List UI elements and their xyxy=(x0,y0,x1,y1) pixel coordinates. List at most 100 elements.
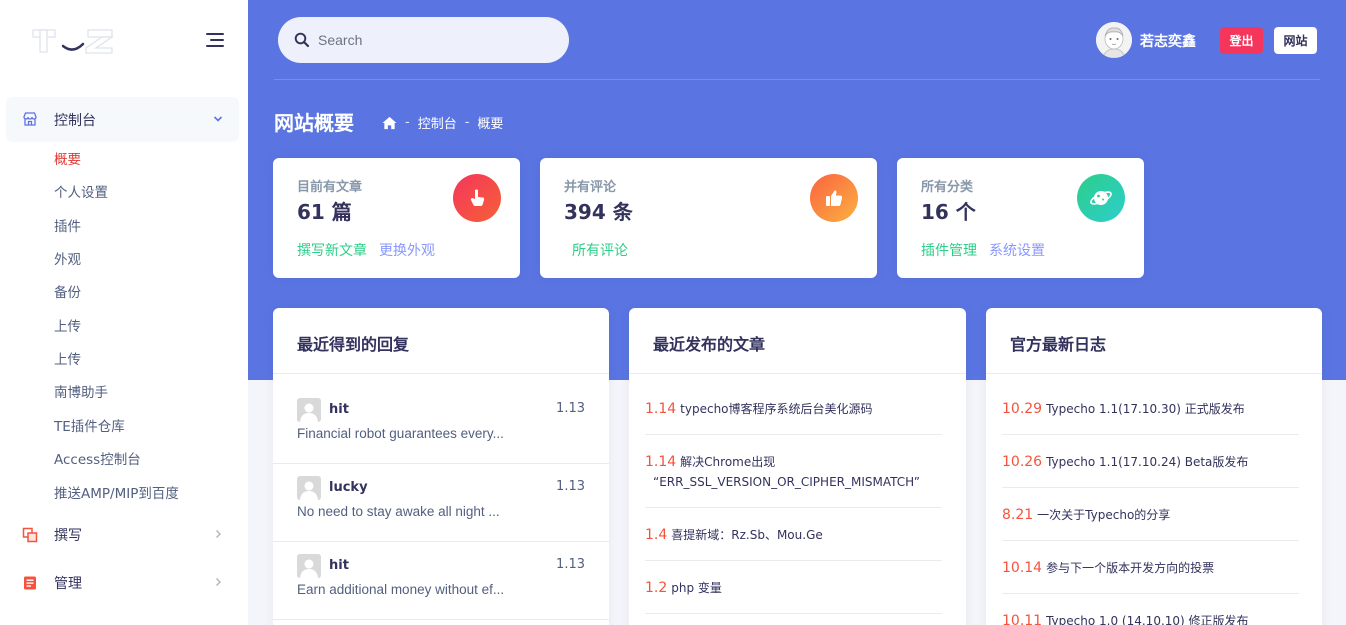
post-item[interactable]: 1.4 喜提新域：Rz.Sb、Mou.Ge xyxy=(645,524,942,561)
post-title: 解决Chrome出现 xyxy=(680,455,776,469)
chevron-down-icon xyxy=(213,113,223,127)
search-icon xyxy=(294,32,310,48)
stat-links: 插件管理 系统设置 xyxy=(921,240,1045,260)
reply-avatar-icon xyxy=(297,554,321,578)
reply-item[interactable]: lucky 1.13 No need to stay awake all nig… xyxy=(273,464,609,542)
stat-card-categories: 所有分类 16 个 插件管理 系统设置 xyxy=(897,158,1144,278)
log-item[interactable]: 10.26 Typecho 1.1(17.10.24) Beta版发布 xyxy=(1002,451,1299,488)
stat-card-posts: 目前有文章 61 篇 撰写新文章 更换外观 xyxy=(273,158,520,278)
log-title: Typecho 1.1(17.10.24) Beta版发布 xyxy=(1046,455,1249,469)
sidebar-item-upload-2[interactable]: 上传 xyxy=(54,350,81,370)
change-theme-link[interactable]: 更换外观 xyxy=(379,240,435,260)
log-title: 一次关于Typecho的分享 xyxy=(1037,508,1171,522)
recent-posts-card: 最近发布的文章 1.14 typecho博客程序系统后台美化源码 1.14 解决Ch… xyxy=(629,308,966,625)
search-input[interactable] xyxy=(318,29,558,51)
post-date: 1.14 xyxy=(645,454,677,470)
logout-button[interactable]: 登出 xyxy=(1220,27,1263,54)
log-date: 10.26 xyxy=(1002,454,1043,470)
sidebar-item-profile[interactable]: 个人设置 xyxy=(54,183,108,203)
log-item[interactable]: 10.11 Typecho 1.0 (14.10.10) 修正版发布 xyxy=(1002,610,1299,625)
write-new-post-link[interactable]: 撰写新文章 xyxy=(297,240,367,260)
home-icon[interactable] xyxy=(382,116,397,130)
log-item[interactable]: 10.14 参与下一个版本开发方向的投票 xyxy=(1002,557,1299,594)
sidebar-item-backup[interactable]: 备份 xyxy=(54,283,81,303)
breadcrumb: - 控制台 - 概要 xyxy=(382,113,503,132)
log-item[interactable]: 10.29 Typecho 1.1(17.10.30) 正式版发布 xyxy=(1002,398,1299,435)
stat-label: 并有评论 xyxy=(564,180,617,195)
main-content: 若志奕鑫 登出 网站 网站概要 - 控制台 - 概要 目前有文章 61 篇 撰写… xyxy=(248,0,1346,625)
sidebar-item-plugins[interactable]: 插件 xyxy=(54,217,81,237)
sidebar-item-te-plugin-store[interactable]: TE插件仓库 xyxy=(54,417,125,437)
card-title: 官方最新日志 xyxy=(1010,335,1107,354)
log-date: 10.14 xyxy=(1002,560,1043,576)
hand-pointer-icon xyxy=(453,174,501,222)
sidebar-group-manage[interactable]: 管理 xyxy=(0,560,248,605)
log-title: Typecho 1.1(17.10.30) 正式版发布 xyxy=(1046,402,1245,416)
card-title: 最近得到的回复 xyxy=(297,335,410,354)
site-logo[interactable] xyxy=(30,24,118,56)
reply-text: Financial robot guarantees every... xyxy=(297,426,504,441)
log-title: 参与下一个版本开发方向的投票 xyxy=(1046,561,1215,575)
log-title: Typecho 1.0 (14.10.10) 修正版发布 xyxy=(1046,614,1249,625)
sidebar-item-push-amp-mip[interactable]: 推送AMP/MIP到百度 xyxy=(54,484,179,504)
card-header: 最近发布的文章 xyxy=(629,308,966,374)
log-item[interactable]: 8.21 一次关于Typecho的分享 xyxy=(1002,504,1299,541)
reply-avatar-icon xyxy=(297,398,321,422)
sidebar-group-dashboard[interactable]: 控制台 xyxy=(0,97,248,142)
avatar[interactable] xyxy=(1096,22,1132,58)
menu-toggle-icon[interactable] xyxy=(204,33,224,49)
manage-icon xyxy=(24,576,36,590)
post-title: typecho博客程序系统后台美化源码 xyxy=(680,402,873,416)
thumbs-up-icon xyxy=(810,174,858,222)
reply-text: No need to stay awake all night ... xyxy=(297,504,500,519)
search-box[interactable] xyxy=(278,17,569,63)
sidebar-item-access-console[interactable]: Access控制台 xyxy=(54,450,141,470)
log-date: 8.21 xyxy=(1002,507,1034,523)
reply-item[interactable]: hit 1.13 Financial robot guarantees ever… xyxy=(273,386,609,464)
post-title: php 变量 xyxy=(671,581,722,595)
stat-card-comments: 并有评论 394 条 所有评论 xyxy=(540,158,877,278)
stat-label: 目前有文章 xyxy=(297,180,363,195)
sidebar-group-write[interactable]: 撰写 xyxy=(0,512,248,557)
sidebar-item-upload[interactable]: 上传 xyxy=(54,317,81,337)
stat-value: 61 篇 xyxy=(297,200,352,224)
system-settings-link[interactable]: 系统设置 xyxy=(989,240,1045,260)
post-item[interactable]: 1.14 typecho博客程序系统后台美化源码 xyxy=(645,398,942,435)
post-date: 1.2 xyxy=(645,580,668,596)
sidebar-group-label: 管理 xyxy=(54,575,82,592)
post-date: 1.4 xyxy=(645,527,668,543)
sidebar-group-label: 撰写 xyxy=(54,527,82,544)
plugin-manage-link[interactable]: 插件管理 xyxy=(921,240,977,260)
reply-author: lucky xyxy=(329,480,368,495)
chevron-right-icon xyxy=(213,576,223,590)
post-item[interactable]: 1.14 解决Chrome出现 “ERR_SSL_VERSION_OR_CIPHE… xyxy=(645,451,942,508)
sidebar-item-overview[interactable]: 概要 xyxy=(54,150,81,170)
user-avatar-icon xyxy=(1096,22,1132,58)
shop-icon xyxy=(23,112,37,126)
stat-value: 394 条 xyxy=(564,200,633,224)
card-header: 官方最新日志 xyxy=(986,308,1322,374)
reply-author: hit xyxy=(329,402,349,417)
recent-replies-card: 最近得到的回复 hit 1.13 Financial robot guarant… xyxy=(273,308,609,625)
sidebar-item-appearance[interactable]: 外观 xyxy=(54,250,81,270)
stat-label: 所有分类 xyxy=(921,180,974,195)
all-comments-link[interactable]: 所有评论 xyxy=(572,240,628,260)
card-title: 最近发布的文章 xyxy=(653,335,766,354)
sidebar-group-label: 控制台 xyxy=(54,112,96,129)
sidebar-item-nanbo-helper[interactable]: 南博助手 xyxy=(54,383,108,403)
site-button[interactable]: 网站 xyxy=(1274,27,1317,54)
breadcrumb-item-overview: 概要 xyxy=(477,117,504,132)
card-header: 最近得到的回复 xyxy=(273,308,609,374)
post-title: 喜提新域：Rz.Sb、Mou.Ge xyxy=(671,528,823,542)
breadcrumb-separator: - xyxy=(464,115,470,130)
breadcrumb-item-dashboard[interactable]: 控制台 xyxy=(418,113,457,132)
reply-date: 1.13 xyxy=(556,479,585,494)
sidebar: 控制台 概要 个人设置 插件 外观 备份 上传 上传 南博助手 TE插件仓库 A… xyxy=(0,0,248,625)
reply-avatar-icon xyxy=(297,476,321,500)
stat-value: 16 个 xyxy=(921,200,976,224)
post-item[interactable]: 1.2 php 变量 xyxy=(645,577,942,614)
username[interactable]: 若志奕鑫 xyxy=(1140,31,1196,51)
log-date: 10.11 xyxy=(1002,613,1043,625)
post-date: 1.14 xyxy=(645,401,677,417)
reply-item[interactable]: hit 1.13 Earn additional money without e… xyxy=(273,542,609,620)
